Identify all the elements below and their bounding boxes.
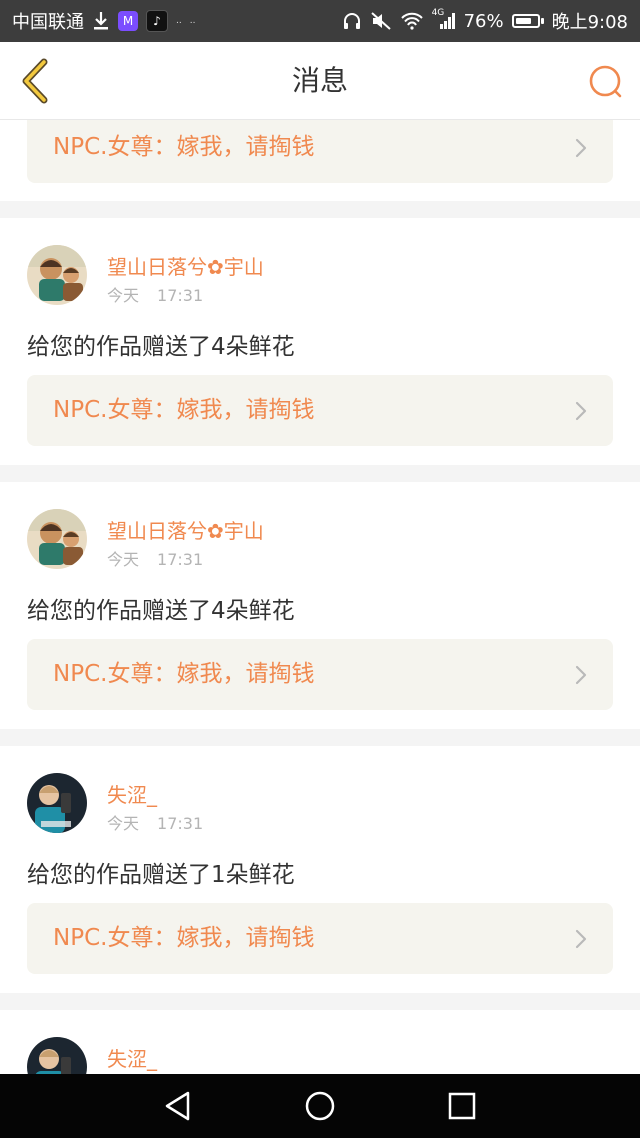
page-title: 消息 — [291, 64, 348, 97]
notification-label: .. — [189, 16, 196, 26]
timestamp-day: 今天 — [107, 814, 140, 833]
avatar[interactable] — [27, 245, 87, 305]
header-bar: 消息 — [0, 42, 640, 120]
home-nav-button[interactable] — [302, 1088, 338, 1124]
square-recents-icon — [448, 1092, 476, 1120]
recents-nav-button[interactable] — [444, 1088, 480, 1124]
network-type-label: 4G — [431, 8, 445, 18]
work-title: NPC.女尊：嫁我，请掏钱 — [53, 925, 315, 951]
message-card: NPC.女尊：嫁我，请掏钱 — [0, 120, 640, 201]
work-link[interactable]: NPC.女尊：嫁我，请掏钱 — [27, 903, 613, 974]
work-link[interactable]: NPC.女尊：嫁我，请掏钱 — [27, 375, 613, 446]
tiktok-icon: ♪ — [146, 10, 168, 32]
timestamp: 今天 17:31 — [107, 282, 203, 306]
username[interactable]: 失涩_ — [107, 779, 157, 808]
search-icon — [589, 65, 622, 98]
back-nav-button[interactable] — [160, 1088, 196, 1124]
message-text: 给您的作品赠送了4朵鲜花 — [27, 598, 295, 624]
circle-home-icon — [305, 1091, 335, 1121]
timestamp-time: 17:31 — [157, 550, 204, 569]
timestamp-day: 今天 — [107, 550, 140, 569]
wifi-icon — [400, 12, 424, 30]
avatar[interactable] — [27, 1037, 87, 1074]
username[interactable]: 望山日落兮✿宇山 — [107, 251, 264, 280]
username[interactable]: 失涩_ — [107, 1043, 157, 1072]
avatar[interactable] — [27, 509, 87, 569]
signal-icon: 4G — [432, 8, 456, 30]
work-title: NPC.女尊：嫁我，请掏钱 — [53, 134, 315, 160]
timestamp-day: 今天 — [107, 286, 140, 305]
chevron-right-icon — [575, 401, 587, 421]
clock: 晚上9:08 — [551, 12, 628, 33]
chevron-right-icon — [575, 665, 587, 685]
system-navigation-bar — [0, 1074, 640, 1138]
battery-icon — [511, 14, 544, 28]
message-card: 失涩_ 今天 17:31 给您的作品赠送了1朵鲜花 NPC.女尊：嫁我，请掏钱 — [0, 746, 640, 993]
message-text: 给您的作品赠送了1朵鲜花 — [27, 862, 295, 888]
battery-percentage: 76% — [463, 10, 504, 32]
status-bar: 中国联通 M ♪ .. .. 4G 76% 晚上9:08 — [0, 0, 640, 42]
message-text: 给您的作品赠送了4朵鲜花 — [27, 334, 295, 360]
work-link[interactable]: NPC.女尊：嫁我，请掏钱 — [27, 120, 613, 183]
work-title: NPC.女尊：嫁我，请掏钱 — [53, 397, 315, 423]
chevron-right-icon — [575, 929, 587, 949]
timestamp: 今天 17:31 — [107, 546, 203, 570]
message-card: 望山日落兮✿宇山 今天 17:31 给您的作品赠送了4朵鲜花 NPC.女尊：嫁我，… — [0, 218, 640, 465]
chevron-right-icon — [575, 138, 587, 158]
username[interactable]: 望山日落兮✿宇山 — [107, 515, 264, 544]
headphones-icon — [342, 12, 362, 30]
download-icon — [92, 11, 110, 31]
message-card: 望山日落兮✿宇山 今天 17:31 给您的作品赠送了4朵鲜花 NPC.女尊：嫁我，… — [0, 482, 640, 729]
message-card: 失涩_ — [0, 1010, 640, 1074]
work-link[interactable]: NPC.女尊：嫁我，请掏钱 — [27, 639, 613, 710]
mute-icon — [370, 11, 392, 31]
status-bar-right: 4G 76% 晚上9:08 — [342, 8, 628, 34]
work-title: NPC.女尊：嫁我，请掏钱 — [53, 661, 315, 687]
timestamp: 今天 17:31 — [107, 810, 203, 834]
search-button[interactable] — [586, 62, 626, 102]
status-bar-left: 中国联通 M ♪ .. .. — [12, 8, 195, 34]
message-list[interactable]: NPC.女尊：嫁我，请掏钱 望山日落兮✿宇山 今天 17:31 给您的作品赠送了4… — [0, 120, 640, 1074]
timestamp-time: 17:31 — [157, 814, 204, 833]
notification-label: .. — [176, 16, 182, 26]
timestamp-time: 17:31 — [157, 286, 204, 305]
m-app-icon: M — [118, 11, 138, 31]
carrier-label: 中国联通 — [12, 12, 84, 33]
triangle-back-icon — [165, 1091, 190, 1121]
avatar[interactable] — [27, 773, 87, 833]
